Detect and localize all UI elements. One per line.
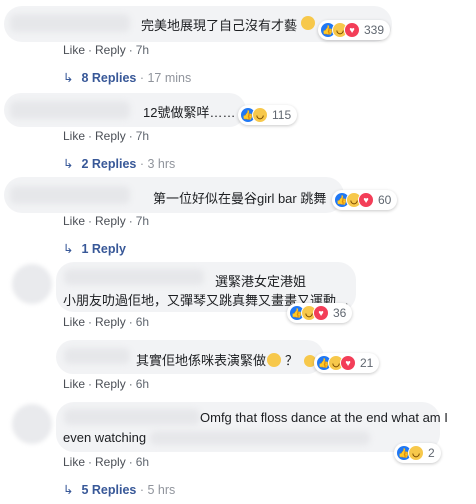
- like-link[interactable]: Like: [63, 377, 85, 391]
- comment-actions: Like · Reply · 7h: [63, 43, 150, 57]
- love-reaction-icon: ♥: [344, 22, 360, 38]
- replies-time: 17 mins: [147, 71, 192, 85]
- view-replies-link[interactable]: ↳ 5 Replies · 5 hrs: [63, 482, 175, 497]
- reaction-count: 36: [333, 306, 347, 320]
- comment-time: 7h: [135, 43, 150, 57]
- comment-text: Omfg that floss dance at the end what am…: [200, 410, 448, 425]
- reactions-summary[interactable]: 👍 ◡ ♥ 60: [332, 190, 398, 210]
- replies-time: 5 hrs: [147, 483, 176, 497]
- redacted-text: [150, 431, 370, 445]
- like-link[interactable]: Like: [63, 214, 85, 228]
- reaction-count: 60: [378, 193, 392, 207]
- laugh-emoji-icon: [301, 16, 315, 30]
- reactions-summary[interactable]: 👍 ◡ ♥ 36: [287, 303, 353, 323]
- like-link[interactable]: Like: [63, 43, 85, 57]
- view-replies-link[interactable]: ↳ 2 Replies · 3 hrs: [63, 156, 175, 171]
- reply-arrow-icon: ↳: [63, 71, 74, 85]
- reaction-count: 115: [272, 108, 292, 122]
- reaction-count: 21: [360, 356, 374, 370]
- comment-text: 12號做緊咩……: [143, 105, 236, 120]
- reply-link[interactable]: Reply: [95, 129, 126, 143]
- thinking-emoji-icon: [267, 353, 282, 367]
- reply-link[interactable]: Reply: [95, 214, 126, 228]
- comment-text: 完美地展現了自己沒有才藝: [141, 18, 298, 33]
- reply-link[interactable]: Reply: [95, 43, 126, 57]
- comment-time: 6h: [135, 315, 150, 329]
- comment-time: 6h: [135, 455, 150, 469]
- avatar: [12, 264, 52, 304]
- reactions-summary[interactable]: 👍 ◡ ♥ 339: [318, 20, 391, 40]
- comment-time: 6h: [135, 377, 150, 391]
- comment-time: 7h: [135, 214, 150, 228]
- comment-actions: Like · Reply · 6h: [63, 315, 150, 329]
- like-link[interactable]: Like: [63, 129, 85, 143]
- reactions-summary[interactable]: 👍 ◡ 2: [394, 443, 441, 463]
- view-replies-link[interactable]: ↳ 1 Reply: [63, 241, 126, 256]
- love-reaction-icon: ♥: [340, 355, 356, 371]
- reactions-summary[interactable]: 👍 ◡ ♥ 21: [314, 353, 380, 373]
- redacted-name: [10, 101, 130, 119]
- comment-text: 其實佢地係咪表演緊做？: [136, 350, 317, 369]
- redacted-name: [10, 14, 130, 32]
- view-replies-link[interactable]: ↳ 8 Replies · 17 mins: [63, 70, 191, 85]
- reactions-summary[interactable]: 👍 ◡ 115: [238, 105, 298, 125]
- comment-actions: Like · Reply · 6h: [63, 377, 150, 391]
- reaction-count: 339: [364, 23, 385, 37]
- comment-text: 第一位好似在曼谷girl bar 跳舞: [153, 191, 327, 206]
- reply-link[interactable]: Reply: [95, 315, 126, 329]
- like-link[interactable]: Like: [63, 455, 85, 469]
- redacted-name: [64, 348, 130, 364]
- avatar: [12, 404, 52, 444]
- comment-actions: Like · Reply · 7h: [63, 129, 150, 143]
- reply-link[interactable]: Reply: [95, 455, 126, 469]
- love-reaction-icon: ♥: [313, 305, 329, 321]
- comment-actions: Like · Reply · 6h: [63, 455, 150, 469]
- reply-arrow-icon: ↳: [63, 483, 74, 497]
- replies-time: 3 hrs: [147, 157, 176, 171]
- haha-reaction-icon: ◡: [252, 107, 268, 123]
- reply-arrow-icon: ↳: [63, 242, 74, 256]
- comment-time: 7h: [135, 129, 150, 143]
- redacted-name: [64, 409, 200, 425]
- like-link[interactable]: Like: [63, 315, 85, 329]
- reply-link[interactable]: Reply: [95, 377, 126, 391]
- comment-actions: Like · Reply · 7h: [63, 214, 150, 228]
- reply-arrow-icon: ↳: [63, 157, 74, 171]
- love-reaction-icon: ♥: [358, 192, 374, 208]
- comment-text: 選緊港女定港姐: [215, 274, 307, 289]
- redacted-name: [64, 269, 204, 285]
- comment-text-line2: even watching: [63, 430, 147, 445]
- redacted-name: [10, 186, 130, 204]
- haha-reaction-icon: ◡: [408, 445, 424, 461]
- reaction-count: 2: [428, 446, 435, 460]
